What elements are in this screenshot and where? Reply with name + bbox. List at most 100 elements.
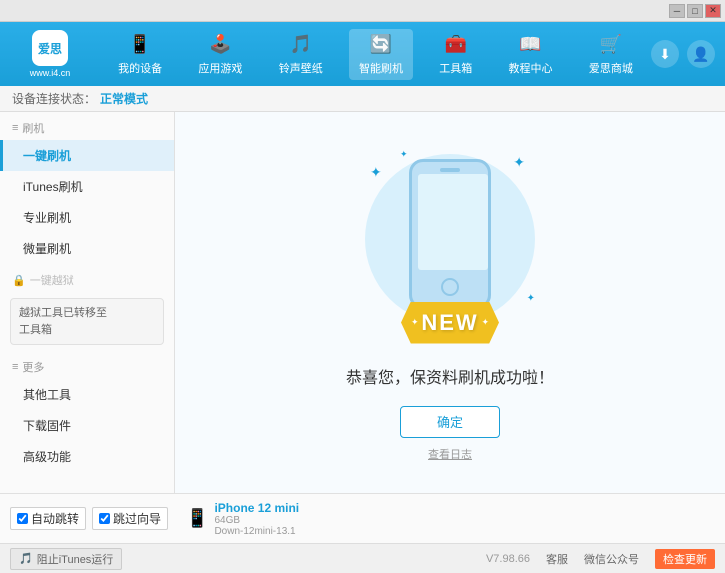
logo[interactable]: 爱思 www.i4.cn: [10, 30, 90, 78]
nav-tutorials-label: 教程中心: [509, 60, 553, 76]
confirm-button[interactable]: 确定: [400, 406, 500, 438]
apps-games-icon: 🕹️: [208, 33, 232, 57]
success-message: 恭喜您，保资料刷机成功啦！: [346, 364, 554, 388]
device-info: 📱 iPhone 12 mini 64GB Down-12mini-13.1: [186, 501, 299, 537]
store-icon: 🛒: [599, 33, 623, 57]
sidebar-section-more: ≡ 更多: [0, 351, 174, 379]
lock-icon: 🔒: [12, 274, 26, 287]
nav-my-device-label: 我的设备: [118, 60, 162, 76]
itunes-icon: 🎵: [19, 552, 33, 565]
download-btn[interactable]: ⬇: [651, 40, 679, 68]
tutorials-icon: 📖: [519, 33, 543, 57]
maximize-button[interactable]: □: [687, 4, 703, 18]
footer-bar: 🎵 阻止iTunes运行 V7.98.66 客服 微信公众号 检查更新: [0, 543, 725, 573]
version-text: V7.98.66: [486, 553, 530, 565]
phone-screen-area: [418, 174, 488, 270]
ribbon-new-text: NEW: [421, 310, 478, 336]
sidebar-item-itunes-flash[interactable]: iTunes刷机: [0, 171, 174, 202]
sidebar-other-tools-label: 其他工具: [23, 388, 71, 402]
nav-store[interactable]: 🛒 爱思商城: [579, 29, 643, 80]
nav-ringtones-label: 铃声壁纸: [279, 60, 323, 76]
title-bar: ─ □ ✕: [0, 0, 725, 22]
footer-right: V7.98.66 客服 微信公众号 检查更新: [486, 549, 715, 569]
device-storage: 64GB: [214, 515, 299, 526]
nav-store-label: 爱思商城: [589, 60, 633, 76]
close-button[interactable]: ✕: [705, 4, 721, 18]
ribbon-star-right: ✦: [481, 317, 489, 328]
sidebar-pro-flash-label: 专业刷机: [23, 211, 71, 225]
itunes-status-label: 阻止iTunes运行: [37, 551, 114, 567]
footer-left: 🎵 阻止iTunes运行: [10, 548, 122, 570]
device-phone-icon: 📱: [186, 508, 208, 529]
sparkle-bottom-right: ✦: [527, 293, 535, 304]
nav-toolbox[interactable]: 🧰 工具箱: [429, 29, 482, 80]
sidebar-item-download-firmware[interactable]: 下载固件: [0, 410, 174, 441]
more-section-title: 更多: [22, 359, 44, 375]
sidebar-section-flash: ≡ 刷机: [0, 112, 174, 140]
phone-illustration: ✦ ✦ ✦ ✦ NEW ✦ ✦: [360, 144, 540, 344]
jailbreak-notice-line1: 越狱工具已转移至: [19, 307, 107, 319]
device-text-info: iPhone 12 mini 64GB Down-12mini-13.1: [214, 501, 299, 537]
customer-service-link[interactable]: 客服: [546, 551, 568, 567]
jailbreak-section-title: 一键越狱: [30, 272, 74, 288]
flash-section-icon: ≡: [12, 122, 18, 134]
sidebar-advanced-label: 高级功能: [23, 450, 71, 464]
wechat-link[interactable]: 微信公众号: [584, 551, 639, 567]
sidebar-one-click-flash-label: 一键刷机: [23, 149, 71, 163]
phone-speaker: [440, 168, 460, 172]
auto-redirect-label: 自动跳转: [31, 510, 79, 527]
device-model: Down-12mini-13.1: [214, 526, 299, 537]
my-device-icon: 📱: [128, 33, 152, 57]
jailbreak-notice: 越狱工具已转移至 工具箱: [10, 298, 164, 345]
smart-flash-icon: 🔄: [369, 33, 393, 57]
skip-wizard-checkbox-label[interactable]: 跳过向导: [92, 507, 168, 530]
sparkle-top-right: ✦: [513, 154, 525, 171]
minimize-button[interactable]: ─: [669, 4, 685, 18]
nav-smart-flash[interactable]: 🔄 智能刷机: [349, 29, 413, 80]
sidebar-item-one-click-flash[interactable]: 一键刷机: [0, 140, 174, 171]
sparkle-top-left: ✦: [370, 164, 382, 181]
flash-section-title: 刷机: [22, 120, 44, 136]
sidebar-download-firmware-label: 下载固件: [23, 419, 71, 433]
new-ribbon-container: NEW ✦ ✦: [401, 302, 499, 344]
nav-apps-games[interactable]: 🕹️ 应用游戏: [188, 29, 252, 80]
nav-tutorials[interactable]: 📖 教程中心: [499, 29, 563, 80]
sidebar-item-advanced[interactable]: 高级功能: [0, 441, 174, 472]
sidebar-item-pro-flash[interactable]: 专业刷机: [0, 202, 174, 233]
auto-redirect-checkbox-label[interactable]: 自动跳转: [10, 507, 86, 530]
status-value: 正常模式: [100, 90, 148, 107]
window-controls: ─ □ ✕: [669, 4, 721, 18]
nav-toolbox-label: 工具箱: [439, 60, 472, 76]
back-home-link[interactable]: 查看日志: [428, 446, 472, 462]
status-bar: 设备连接状态： 正常模式: [0, 86, 725, 112]
header-right: ⬇ 👤: [651, 40, 715, 68]
ringtones-icon: 🎵: [289, 33, 313, 57]
more-section-icon: ≡: [12, 361, 18, 373]
logo-subtitle: www.i4.cn: [30, 68, 71, 78]
nav-apps-games-label: 应用游戏: [198, 60, 242, 76]
nav-ringtones[interactable]: 🎵 铃声壁纸: [269, 29, 333, 80]
auto-redirect-checkbox[interactable]: [17, 513, 28, 524]
device-bottom-bar: 自动跳转 跳过向导 📱 iPhone 12 mini 64GB Down-12m…: [0, 493, 725, 543]
checkbox-group: 自动跳转 跳过向导: [10, 507, 168, 530]
device-name: iPhone 12 mini: [214, 501, 299, 515]
sidebar-item-other-tools[interactable]: 其他工具: [0, 379, 174, 410]
sidebar-micro-flash-label: 微量刷机: [23, 242, 71, 256]
nav-items: 📱 我的设备 🕹️ 应用游戏 🎵 铃声壁纸 🔄 智能刷机 🧰 工具箱 📖 教程中…: [100, 29, 651, 80]
user-btn[interactable]: 👤: [687, 40, 715, 68]
phone-outer: [409, 159, 491, 309]
sidebar: ≡ 刷机 一键刷机 iTunes刷机 专业刷机 微量刷机 🔒 一键越狱 越狱工具…: [0, 112, 175, 493]
itunes-status-btn[interactable]: 🎵 阻止iTunes运行: [10, 548, 122, 570]
nav-smart-flash-label: 智能刷机: [359, 60, 403, 76]
header: 爱思 www.i4.cn 📱 我的设备 🕹️ 应用游戏 🎵 铃声壁纸 🔄 智能刷…: [0, 22, 725, 86]
sparkle-extra: ✦: [400, 149, 408, 160]
content-area: ✦ ✦ ✦ ✦ NEW ✦ ✦ 恭喜您，保资料刷机成功啦！ 确定: [175, 112, 725, 493]
ribbon-shape: NEW ✦ ✦: [401, 302, 499, 344]
nav-my-device[interactable]: 📱 我的设备: [108, 29, 172, 80]
skip-wizard-checkbox[interactable]: [99, 513, 110, 524]
update-button[interactable]: 检查更新: [655, 549, 715, 569]
sidebar-section-jailbreak: 🔒 一键越狱: [0, 264, 174, 292]
sidebar-item-micro-flash[interactable]: 微量刷机: [0, 233, 174, 264]
jailbreak-notice-line2: 工具箱: [19, 324, 52, 336]
phone-home-btn: [441, 278, 459, 296]
